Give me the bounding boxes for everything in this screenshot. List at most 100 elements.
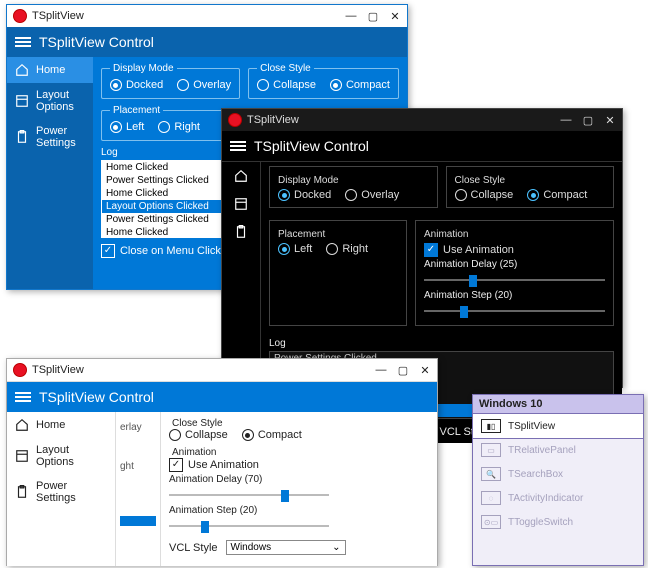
radio-left[interactable]: Left — [110, 121, 144, 133]
header-title: TSplitView Control — [39, 34, 154, 50]
sidebar-item-power[interactable] — [222, 218, 260, 246]
titlebar[interactable]: TSplitView — ▢ ✕ — [222, 109, 622, 131]
window-light: TSplitView — ▢ ✕ TSplitView Control Home… — [6, 358, 438, 566]
maximize-button[interactable]: ▢ — [397, 364, 409, 377]
vcl-style-dropdown[interactable]: Windows ⌄ — [226, 540, 346, 555]
radio-compact[interactable]: Compact — [330, 79, 390, 91]
sidebar: Home Layout Options Power Settings — [7, 412, 116, 566]
radio-collapse[interactable]: Collapse — [257, 79, 316, 91]
component-icon: ▮▯ — [481, 419, 501, 433]
radio-right[interactable]: Right — [158, 121, 200, 133]
component-icon: ◌ — [481, 491, 501, 505]
group-animation: Animation ✓ Use Animation Animation Dela… — [415, 220, 614, 326]
sidebar-label: Layout Options — [36, 89, 85, 113]
sidebar-item-home[interactable]: Home — [7, 57, 93, 83]
legend: Display Mode — [110, 63, 177, 74]
hamburger-icon[interactable] — [15, 390, 31, 404]
clipboard-icon — [15, 130, 29, 144]
sidebar-label: Power Settings — [36, 125, 85, 149]
slider-delay[interactable] — [424, 272, 605, 288]
maximize-button[interactable]: ▢ — [582, 114, 594, 127]
home-icon — [15, 418, 29, 432]
group-display-mode: Display Mode Docked Overlay — [101, 63, 240, 99]
sidebar-item-home[interactable] — [222, 162, 260, 190]
titlebar[interactable]: TSplitView — ▢ ✕ — [7, 359, 437, 382]
sidebar-item-layout[interactable] — [222, 190, 260, 218]
app-header: TSplitView Control — [222, 131, 622, 162]
maximize-button[interactable]: ▢ — [367, 10, 379, 23]
content-area: Close Style Collapse Compact Animation ✓… — [161, 412, 437, 566]
close-button[interactable]: ✕ — [419, 364, 431, 377]
window-palette: Windows 10 ▮▯ TSplitView ▭ TRelativePane… — [472, 394, 644, 566]
slider-step[interactable] — [424, 303, 605, 319]
component-icon: 🔍 — [481, 467, 501, 481]
layout-icon — [15, 449, 29, 463]
clipped-column: erlay ght — [116, 412, 161, 566]
title-text: Windows 10 — [479, 398, 542, 410]
radio-overlay[interactable]: Overlay — [177, 79, 231, 91]
home-icon — [234, 169, 248, 183]
palette-list: ▮▯ TSplitView ▭ TRelativePanel 🔍 TSearch… — [473, 413, 643, 534]
checkbox-icon: ✓ — [101, 244, 115, 258]
sidebar-item-power[interactable]: Power Settings — [7, 119, 93, 155]
sidebar-item-layout[interactable]: Layout Options — [7, 438, 115, 474]
hamburger-icon[interactable] — [15, 35, 31, 49]
step-label: Animation Step (20) — [169, 505, 429, 516]
minimize-button[interactable]: — — [560, 114, 572, 127]
layout-icon — [15, 94, 29, 108]
radio-collapse[interactable]: Collapse — [455, 189, 514, 201]
minimize-button[interactable]: — — [375, 364, 387, 377]
close-button[interactable]: ✕ — [604, 114, 616, 127]
minimize-button[interactable]: — — [345, 10, 357, 23]
palette-item-toggleswitch[interactable]: ⊙▭ TToggleSwitch — [473, 510, 643, 534]
radio-right[interactable]: Right — [326, 243, 368, 255]
titlebar[interactable]: Windows 10 — [473, 395, 643, 414]
radio-collapse[interactable]: Collapse — [169, 429, 228, 441]
radio-docked[interactable]: Docked — [110, 79, 163, 91]
title-text: TSplitView — [247, 114, 299, 126]
app-icon — [13, 363, 27, 377]
group-display-mode: Display Mode Docked Overlay — [269, 166, 438, 208]
hamburger-icon[interactable] — [230, 139, 246, 153]
vcl-label: VCL Style — [169, 542, 218, 554]
checkbox-use-animation[interactable]: ✓ Use Animation — [424, 243, 605, 257]
radio-compact[interactable]: Compact — [242, 429, 302, 441]
group-close-style: Close Style Collapse Compact — [169, 418, 429, 441]
log-label: Log — [269, 338, 614, 349]
radio-compact[interactable]: Compact — [527, 189, 587, 201]
clipboard-icon — [234, 225, 248, 239]
titlebar[interactable]: TSplitView — ▢ ✕ — [7, 5, 407, 27]
checkbox-use-animation[interactable]: ✓ Use Animation — [169, 458, 429, 472]
delay-label: Animation Delay (70) — [169, 474, 429, 485]
palette-item-relativepanel[interactable]: ▭ TRelativePanel — [473, 438, 643, 462]
palette-item-activityindicator[interactable]: ◌ TActivityIndicator — [473, 486, 643, 510]
checkbox-icon: ✓ — [169, 458, 183, 472]
title-text: TSplitView — [32, 10, 84, 22]
layout-icon — [234, 197, 248, 211]
app-icon — [13, 9, 27, 23]
slider-step[interactable] — [169, 518, 329, 534]
checkbox-close-on-menu-click[interactable]: ✓ Close on Menu Click — [101, 244, 221, 258]
radio-docked[interactable]: Docked — [278, 189, 331, 201]
close-button[interactable]: ✕ — [389, 10, 401, 23]
sidebar-item-power[interactable]: Power Settings — [7, 474, 115, 510]
home-icon — [15, 63, 29, 77]
sidebar: Home Layout Options Power Settings — [7, 57, 93, 289]
delay-label: Animation Delay (25) — [424, 259, 605, 270]
header-title: TSplitView Control — [39, 389, 154, 405]
clipboard-icon — [15, 485, 29, 499]
radio-overlay[interactable]: Overlay — [345, 189, 399, 201]
palette-item-searchbox[interactable]: 🔍 TSearchBox — [473, 462, 643, 486]
legend: Close Style — [257, 63, 314, 74]
slider-delay[interactable] — [169, 487, 329, 503]
palette-item-splitview[interactable]: ▮▯ TSplitView — [472, 413, 644, 439]
sidebar-item-layout[interactable]: Layout Options — [7, 83, 93, 119]
group-placement: Placement Left Right — [269, 220, 407, 326]
sidebar-item-home[interactable]: Home — [7, 412, 115, 438]
step-label: Animation Step (20) — [424, 290, 605, 301]
radio-left[interactable]: Left — [278, 243, 312, 255]
legend: Placement — [110, 105, 163, 116]
window-dark: TSplitView — ▢ ✕ TSplitView Control Disp… — [221, 108, 623, 388]
app-icon — [228, 113, 242, 127]
group-close-style: Close Style Collapse Compact — [446, 166, 615, 208]
